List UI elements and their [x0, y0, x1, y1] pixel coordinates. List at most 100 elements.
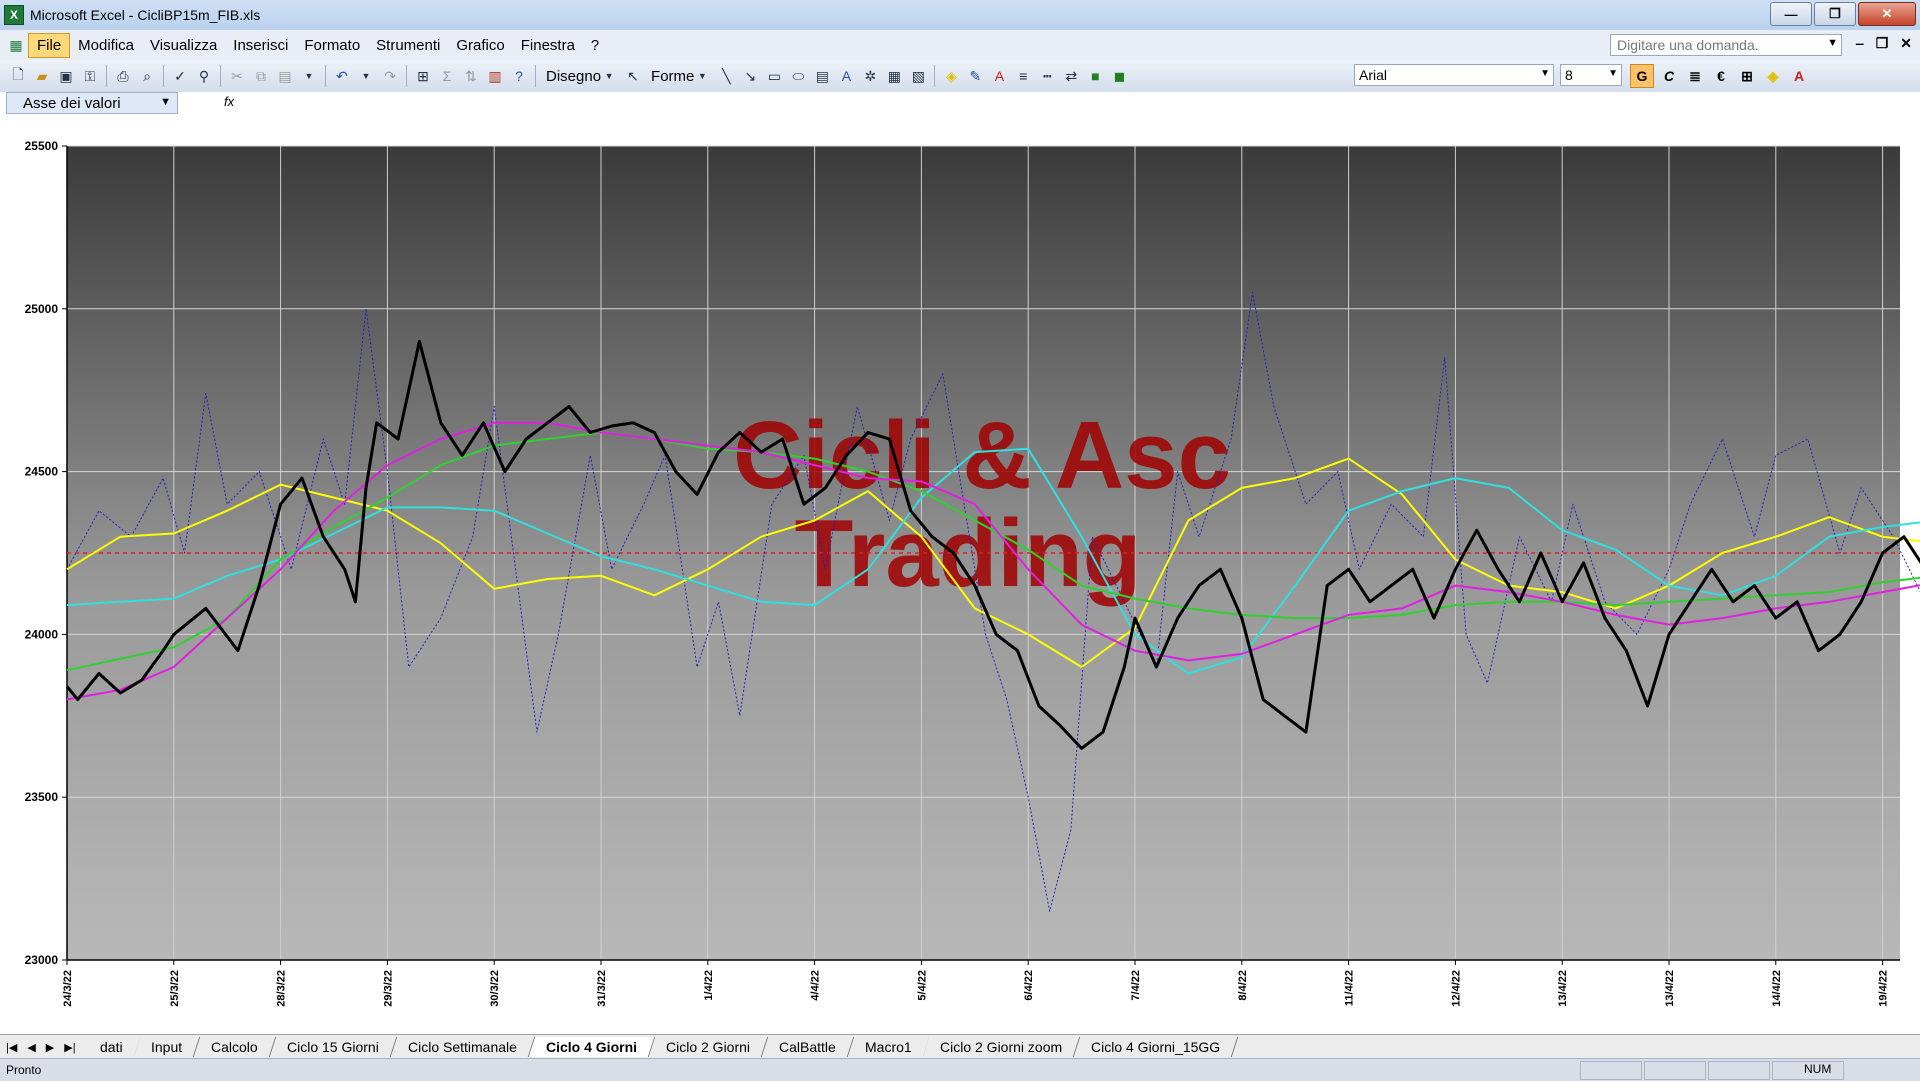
permission-icon[interactable]: ⚿ — [80, 66, 100, 86]
tab-macro1[interactable]: Macro1 — [847, 1037, 930, 1057]
y-tick-label: 25000 — [25, 302, 59, 316]
line-color-icon[interactable]: ✎ — [965, 66, 985, 86]
font-color-icon[interactable]: A — [1788, 65, 1810, 87]
tab-ciclo-2-giorni[interactable]: Ciclo 2 Giorni — [648, 1037, 769, 1057]
tab-ciclo-settimanale[interactable]: Ciclo Settimanale — [390, 1037, 536, 1057]
diagram-icon[interactable]: ✲ — [860, 66, 880, 86]
chevron-down-icon[interactable]: ▼ — [1540, 68, 1550, 79]
doc-close-icon[interactable]: ✕ — [1900, 35, 1912, 52]
draw-menu-button[interactable]: Disegno — [540, 68, 607, 85]
chevron-down-icon[interactable]: ▼ — [692, 66, 712, 86]
dash-style-icon[interactable]: ┅ — [1037, 66, 1057, 86]
redo-icon[interactable]: ↷ — [380, 66, 400, 86]
tab-calcolo[interactable]: Calcolo — [194, 1037, 277, 1057]
picture-icon[interactable]: ▧ — [908, 66, 928, 86]
align-center-icon[interactable]: ≣ — [1684, 65, 1706, 87]
doc-minimize-icon[interactable]: ‒ — [1856, 35, 1864, 52]
clipart-icon[interactable]: ▦ — [884, 66, 904, 86]
help-icon[interactable]: ? — [509, 66, 529, 86]
cut-icon[interactable]: ✂ — [227, 66, 247, 86]
chevron-down-icon[interactable]: ▼ — [356, 66, 376, 86]
chevron-down-icon[interactable]: ▼ — [599, 66, 619, 86]
next-sheet-icon[interactable]: ▶ — [46, 1041, 54, 1054]
excel-doc-icon[interactable]: ▦ — [6, 35, 26, 55]
help-question-input[interactable]: Digitare una domanda. ▼ — [1610, 34, 1842, 56]
chevron-down-icon[interactable]: ▼ — [160, 96, 171, 108]
print-preview-icon[interactable]: ⌕ — [137, 66, 157, 86]
font-color-icon[interactable]: A — [989, 66, 1009, 86]
menu-help[interactable]: ? — [583, 34, 607, 57]
menu-finestra[interactable]: Finestra — [513, 34, 583, 57]
chart[interactable]: 25500 25000 24500 24000 23500 23000 24/3/22 25… — [0, 116, 1920, 1034]
hyperlink-icon[interactable]: ⊞ — [413, 66, 433, 86]
tab-ciclo-2-giorni-zoom[interactable]: Ciclo 2 Giorni zoom — [923, 1037, 1081, 1057]
tab-calbattle[interactable]: CalBattle — [761, 1037, 854, 1057]
fill-color-icon[interactable]: ◈ — [1762, 65, 1784, 87]
line-icon[interactable]: ╲ — [716, 66, 736, 86]
spelling-icon[interactable]: ✓ — [170, 66, 190, 86]
name-box[interactable]: Asse dei valori ▼ — [6, 92, 178, 114]
undo-icon[interactable]: ↶ — [332, 66, 352, 86]
line-style-icon[interactable]: ≡ — [1013, 66, 1033, 86]
window-title: Microsoft Excel - CicliBP15m_FIB.xls — [30, 7, 261, 23]
first-sheet-icon[interactable]: |◀ — [6, 1041, 17, 1054]
borders-icon[interactable]: ⊞ — [1736, 65, 1758, 87]
chevron-down-icon[interactable]: ▼ — [1827, 37, 1838, 49]
font-size-select[interactable]: 8 ▼ — [1560, 64, 1622, 86]
chart-wizard-icon[interactable]: ▥ — [485, 66, 505, 86]
new-doc-icon[interactable]: 🗋 — [8, 66, 28, 86]
print-icon[interactable]: ⎙ — [113, 66, 133, 86]
tab-dati[interactable]: dati — [82, 1037, 141, 1057]
tab-ciclo-4-giorni-15gg[interactable]: Ciclo 4 Giorni_15GG — [1074, 1037, 1239, 1057]
oval-icon[interactable]: ⬭ — [788, 66, 808, 86]
research-icon[interactable]: ⚲ — [194, 66, 214, 86]
menu-strumenti[interactable]: Strumenti — [368, 34, 448, 57]
menu-grafico[interactable]: Grafico — [448, 34, 512, 57]
3d-icon[interactable]: ◼ — [1109, 66, 1129, 86]
chevron-down-icon[interactable]: ▼ — [1608, 68, 1618, 79]
sort-icon[interactable]: ⇅ — [461, 66, 481, 86]
font-name-select[interactable]: Arial ▼ — [1354, 64, 1554, 86]
tab-input[interactable]: Input — [133, 1037, 201, 1057]
separator — [220, 65, 221, 87]
x-tick-label: 30/3/22 — [489, 970, 501, 1007]
paste-icon[interactable]: ▤ — [275, 66, 295, 86]
select-objects-icon[interactable]: ↖ — [623, 66, 643, 86]
euro-icon[interactable]: € — [1710, 65, 1732, 87]
last-sheet-icon[interactable]: ▶| — [64, 1041, 75, 1054]
close-button[interactable]: ✕ — [1858, 2, 1916, 26]
menu-modifica[interactable]: Modifica — [70, 34, 142, 57]
bold-button[interactable]: G — [1630, 64, 1654, 88]
status-text: Pronto — [6, 1063, 42, 1077]
autosum-icon[interactable]: Σ — [437, 66, 457, 86]
minimize-button[interactable]: — — [1770, 2, 1812, 26]
fill-color-icon[interactable]: ◈ — [941, 66, 961, 86]
x-tick-label: 4/4/22 — [810, 970, 822, 1001]
prev-sheet-icon[interactable]: ◀ — [27, 1041, 35, 1054]
title-bar: X Microsoft Excel - CicliBP15m_FIB.xls —… — [0, 0, 1920, 30]
save-icon[interactable]: ▣ — [56, 66, 76, 86]
open-folder-icon[interactable]: ▰ — [32, 66, 52, 86]
maximize-button[interactable]: ❐ — [1814, 2, 1856, 26]
doc-restore-icon[interactable]: ❐ — [1876, 35, 1889, 52]
fx-icon[interactable]: fx — [224, 94, 234, 109]
x-tick-label: 12/4/22 — [1450, 970, 1462, 1007]
rectangle-icon[interactable]: ▭ — [764, 66, 784, 86]
arrow-icon[interactable]: ↘ — [740, 66, 760, 86]
status-pane — [1644, 1061, 1706, 1080]
copy-icon[interactable]: ⧉ — [251, 66, 271, 86]
shadow-icon[interactable]: ■ — [1085, 66, 1105, 86]
tab-ciclo-15-giorni[interactable]: Ciclo 15 Giorni — [269, 1037, 398, 1057]
wordart-icon[interactable]: A — [836, 66, 856, 86]
tab-ciclo-4-giorni[interactable]: Ciclo 4 Giorni — [528, 1037, 656, 1057]
menu-formato[interactable]: Formato — [296, 34, 368, 57]
arrow-style-icon[interactable]: ⇄ — [1061, 66, 1081, 86]
textbox-icon[interactable]: ▤ — [812, 66, 832, 86]
menu-file[interactable]: File — [28, 32, 71, 58]
italic-button[interactable]: C — [1658, 65, 1680, 87]
excel-icon[interactable]: X — [4, 5, 24, 25]
menu-visualizza[interactable]: Visualizza — [142, 34, 225, 57]
chevron-down-icon[interactable]: ▼ — [299, 66, 319, 86]
menu-inserisci[interactable]: Inserisci — [225, 34, 296, 57]
x-tick-label: 1/4/22 — [703, 970, 715, 1001]
